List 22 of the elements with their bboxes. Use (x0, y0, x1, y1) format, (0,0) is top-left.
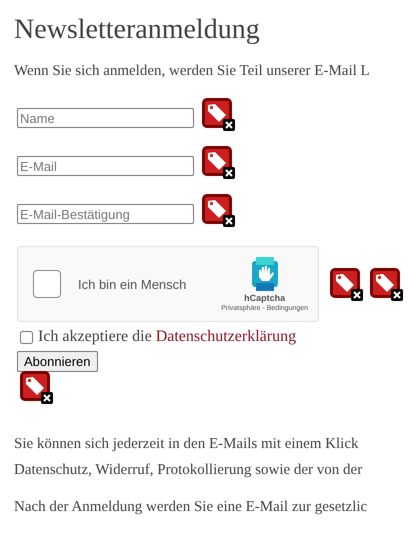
intro-text: Wenn Sie sich anmelden, werden Sie Teil unserer E-Mail L (14, 63, 371, 80)
text-field[interactable]: E-Mail-Bestätigung (17, 204, 194, 224)
info-text: Sie können sich jederzeit in den E-Mails mit einem Klick (14, 435, 360, 454)
text-field[interactable]: E-Mail (17, 156, 194, 176)
blocked-tag-icon (201, 97, 235, 131)
page-title: Newsletteranmeldung (14, 13, 261, 47)
blocked-tag-icon (201, 193, 235, 227)
text-field[interactable]: Name (17, 108, 194, 128)
blocked-tag-icon (19, 370, 53, 404)
subscribe-button[interactable]: Abonnieren (17, 351, 98, 372)
blocked-tag-icon (369, 267, 403, 301)
captcha-checkbox[interactable] (33, 270, 61, 298)
consent-label: Ich akzeptiere die (38, 328, 152, 346)
info-text: Datenschutz, Widerruf, Protokollierung sowie der von der (14, 461, 364, 480)
hand-logo-icon (250, 256, 280, 290)
blocked-tag-icon (329, 267, 363, 301)
privacy-link[interactable]: Datenschutzerklärung (156, 328, 296, 346)
captcha-label: Ich bin ein Mensch (78, 276, 188, 292)
consent-checkbox[interactable] (20, 330, 33, 344)
confirmation-text: Nach der Anmeldung werden Sie eine E-Mail zur gesetzlic (14, 498, 368, 517)
captcha-brand: hCaptcha (244, 292, 286, 302)
blocked-tag-icon (201, 145, 235, 179)
